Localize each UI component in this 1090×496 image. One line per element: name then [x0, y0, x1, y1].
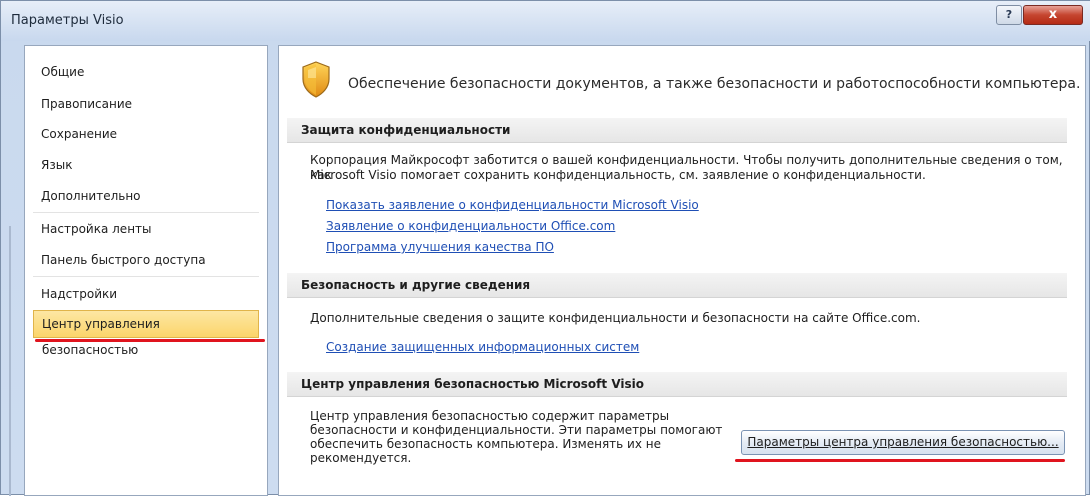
nav-item-customize-ribbon[interactable]: Настройка ленты — [33, 215, 259, 243]
page-header: Обеспечение безопасности документов, а т… — [348, 76, 1081, 92]
trust-center-settings-button[interactable]: Параметры центра управления безопасность… — [741, 430, 1065, 455]
nav-item-proofing[interactable]: Правописание — [33, 90, 259, 118]
security-text: Дополнительные сведения о защите конфиде… — [310, 311, 921, 325]
annotation-underline-button — [735, 459, 1065, 462]
annotation-underline-nav — [35, 339, 265, 342]
help-button[interactable]: ? — [996, 5, 1022, 25]
trust-text-line2: безопасности и конфиденциальности. Эти п… — [310, 423, 723, 437]
window-title: Параметры Visio — [11, 13, 124, 28]
trust-text-line4: рекомендуется. — [310, 451, 412, 465]
link-officecom-privacy-statement[interactable]: Заявление о конфиденциальности Office.co… — [326, 219, 615, 233]
nav-item-addins[interactable]: Надстройки — [33, 280, 259, 308]
nav-item-advanced[interactable]: Дополнительно — [33, 182, 259, 210]
options-nav: Общие Правописание Сохранение Язык Допол… — [24, 45, 268, 496]
link-ceip[interactable]: Программа улучшения качества ПО — [326, 240, 554, 254]
trust-center-page: Обеспечение безопасности документов, а т… — [278, 45, 1086, 496]
nav-item-trust-center[interactable]: Центр управления безопасностью — [33, 310, 259, 357]
close-button[interactable]: x — [1023, 5, 1083, 25]
section-privacy-title: Защита конфиденциальности — [287, 118, 1067, 143]
nav-item-general[interactable]: Общие — [33, 58, 259, 86]
privacy-text-line2: Microsoft Visio помогает сохранить конфи… — [310, 168, 926, 182]
section-security-title: Безопасность и другие сведения — [287, 273, 1067, 298]
options-dialog: Параметры Visio ? x Общие Правописание С… — [0, 0, 1090, 496]
dialog-edge — [9, 226, 11, 496]
link-secure-systems[interactable]: Создание защищенных информационных систе… — [326, 340, 639, 354]
title-bar[interactable]: Параметры Visio ? x — [1, 1, 1090, 41]
nav-item-quick-access[interactable]: Панель быстрого доступа — [33, 246, 259, 274]
trust-text-line1: Центр управления безопасностью содержит … — [310, 409, 670, 423]
nav-item-language[interactable]: Язык — [33, 151, 259, 179]
close-icon: x — [1048, 7, 1058, 22]
nav-separator — [33, 276, 259, 277]
link-visio-privacy-statement[interactable]: Показать заявление о конфиденциальности … — [326, 198, 699, 212]
help-icon: ? — [1005, 8, 1013, 21]
trust-center-settings-label: Параметры центра управления безопасность… — [747, 435, 1059, 449]
nav-separator — [33, 212, 259, 213]
trust-text-line3: обеспечить безопасность компьютера. Изме… — [310, 437, 661, 451]
shield-icon — [302, 61, 330, 98]
nav-item-save[interactable]: Сохранение — [33, 120, 259, 148]
section-trust-center-title: Центр управления безопасностью Microsoft… — [287, 372, 1067, 397]
